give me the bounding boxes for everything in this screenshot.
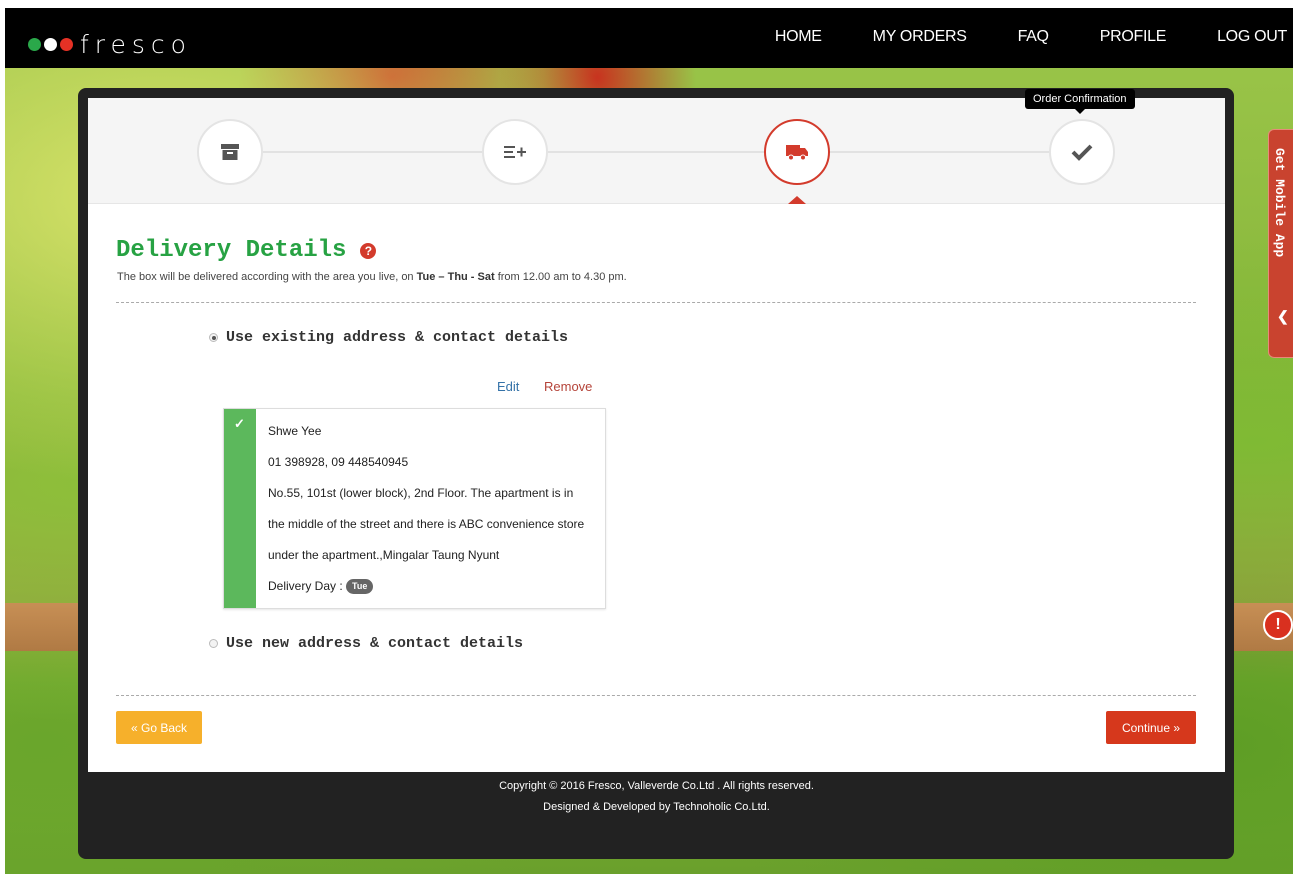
new-address-radio[interactable] <box>209 639 218 648</box>
checkout-card: Order Confirmation Delivery Details ? Th… <box>88 89 1225 772</box>
get-mobile-app-tab[interactable]: Get Mobile App ❮ <box>1268 129 1293 358</box>
top-navbar: fresco HOME MY ORDERS FAQ PROFILE LOG OU… <box>5 8 1293 68</box>
existing-address-option[interactable]: Use existing address & contact details <box>209 329 568 346</box>
schedule-days: Tue – Thu - Sat <box>416 271 495 283</box>
steps-connector <box>230 151 1083 153</box>
divider-bottom <box>116 695 1196 696</box>
existing-address-label: Use existing address & contact details <box>226 329 569 346</box>
step-delivery-details[interactable] <box>764 119 830 185</box>
address-line-2: the middle of the street and there is AB… <box>268 517 585 531</box>
contact-phones: 01 398928, 09 448540945 <box>268 455 409 469</box>
nav-my-orders[interactable]: MY ORDERS <box>873 28 967 46</box>
checkmark-icon <box>1071 144 1093 161</box>
logo-dot-green <box>28 37 41 51</box>
remove-address-link[interactable]: Remove <box>544 379 592 394</box>
address-card-body: Shwe Yee 01 398928, 09 448540945 No.55, … <box>268 416 584 602</box>
contact-name: Shwe Yee <box>268 424 322 438</box>
step-box-selection[interactable] <box>197 119 263 185</box>
selected-check-icon: ✓ <box>234 416 245 431</box>
delivery-schedule-text: The box will be delivered according with… <box>117 271 627 283</box>
new-address-label: Use new address & contact details <box>226 635 524 652</box>
brand-logo[interactable]: fresco <box>28 29 192 59</box>
list-add-icon <box>504 146 526 158</box>
go-back-button[interactable]: « Go Back <box>116 711 202 744</box>
existing-address-radio[interactable] <box>209 333 218 342</box>
delivery-day-badge: Tue <box>346 579 374 595</box>
selected-indicator-bar: ✓ <box>224 409 256 608</box>
schedule-prefix: The box will be delivered according with… <box>117 271 417 283</box>
step-order-confirmation[interactable] <box>1049 119 1115 185</box>
delivery-day-label: Delivery Day : <box>268 579 343 593</box>
address-line-1: No.55, 101st (lower block), 2nd Floor. T… <box>268 486 574 500</box>
continue-button[interactable]: Continue » <box>1106 711 1196 744</box>
step-add-items[interactable] <box>482 119 548 185</box>
edit-address-link[interactable]: Edit <box>497 379 519 394</box>
archive-box-icon <box>221 144 239 160</box>
footer-credits: Designed & Developed by Technoholic Co.L… <box>543 801 770 813</box>
active-step-pointer <box>788 196 806 204</box>
question-icon[interactable]: ? <box>360 242 377 259</box>
alert-icon[interactable]: ! <box>1263 610 1293 640</box>
delivery-day-row: Delivery Day : Tue <box>268 571 584 602</box>
nav-log-out[interactable]: LOG OUT <box>1217 28 1287 46</box>
nav-faq[interactable]: FAQ <box>1018 28 1049 46</box>
delivery-truck-icon <box>786 145 808 161</box>
page-title: Delivery Details <box>116 237 347 264</box>
checkout-steps: Order Confirmation <box>88 89 1225 204</box>
address-line-3: under the apartment.,Mingalar Taung Nyun… <box>268 548 500 562</box>
brand-name: fresco <box>80 29 192 59</box>
footer-copyright: Copyright © 2016 Fresco, Valleverde Co.L… <box>499 780 814 792</box>
address-card[interactable]: ✓ Shwe Yee 01 398928, 09 448540945 No.55… <box>223 408 606 609</box>
logo-dot-red <box>60 37 73 51</box>
chevron-left-icon: ❮ <box>1277 308 1289 324</box>
step-tooltip: Order Confirmation <box>1025 89 1135 114</box>
nav-profile[interactable]: PROFILE <box>1100 28 1167 46</box>
get-mobile-app-label: Get Mobile App <box>1272 148 1287 258</box>
footer: Copyright © 2016 Fresco, Valleverde Co.L… <box>88 776 1225 818</box>
main-nav: HOME MY ORDERS FAQ PROFILE LOG OUT <box>724 28 1287 46</box>
schedule-suffix: from 12.00 am to 4.30 pm. <box>494 271 627 283</box>
delivery-details-heading: Delivery Details ? <box>116 237 377 264</box>
nav-home[interactable]: HOME <box>775 28 822 46</box>
logo-dot-white <box>44 37 57 51</box>
divider-top <box>116 302 1196 303</box>
new-address-option[interactable]: Use new address & contact details <box>209 635 523 652</box>
